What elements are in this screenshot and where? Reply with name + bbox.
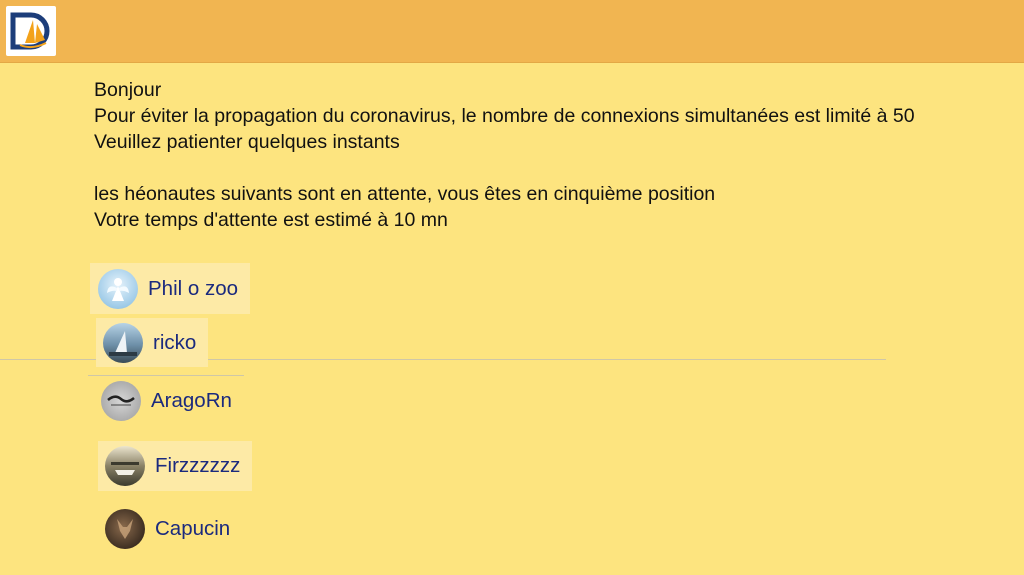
waiting-user-item[interactable]: AragoRn — [92, 378, 252, 424]
sailboat-avatar — [103, 322, 143, 363]
limit-text: Pour éviter la propagation du coronaviru… — [94, 105, 915, 127]
sailboat-logo-icon — [10, 12, 50, 50]
angel-avatar — [98, 268, 138, 309]
username: Capucin — [155, 517, 231, 540]
username: Phil o zoo — [148, 276, 239, 300]
wait-instruction-text: Veuillez patienter quelques instants — [94, 131, 400, 153]
divider-line-short — [88, 375, 244, 376]
username: Firzzzzzz — [155, 454, 241, 477]
waiting-message: Bonjour Pour éviter la propagation du co… — [94, 77, 915, 233]
greeting-text: Bonjour — [94, 79, 162, 101]
header-bar — [0, 0, 1024, 63]
animal-avatar — [105, 509, 145, 549]
harbor-avatar — [105, 446, 145, 486]
wait-time-text: Votre temps d'attente est estimé à 10 mn — [94, 209, 448, 231]
site-logo[interactable] — [6, 6, 56, 56]
waiting-user-item[interactable]: Capucin — [98, 505, 252, 553]
queue-position-text: les héonautes suivants sont en attente, … — [94, 183, 716, 205]
username: ricko — [153, 330, 197, 354]
waiting-user-item[interactable]: ricko — [96, 318, 208, 367]
waiting-user-item[interactable]: Firzzzzzz — [98, 441, 252, 491]
username: AragoRn — [151, 389, 232, 412]
waiting-user-item[interactable]: Phil o zoo — [90, 263, 250, 314]
logo-avatar — [101, 381, 141, 421]
